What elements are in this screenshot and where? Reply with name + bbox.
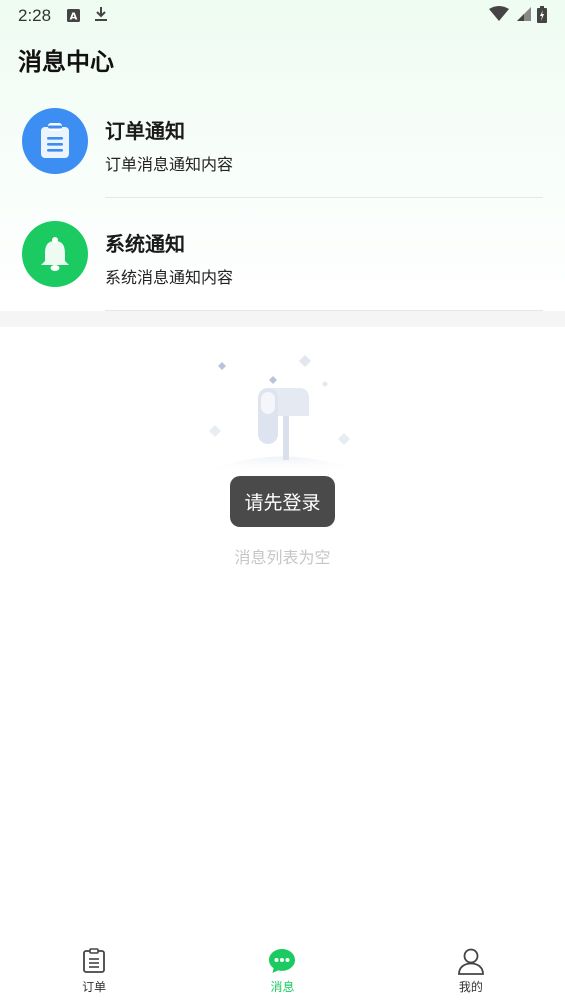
tab-profile[interactable]: 我的 (377, 940, 565, 1004)
bell-icon (22, 221, 88, 287)
system-notice-title: 系统通知 (105, 232, 185, 256)
clipboard-icon (22, 108, 88, 174)
tab-profile-label: 我的 (458, 980, 483, 994)
download-icon (94, 6, 108, 26)
signal-icon (515, 6, 531, 26)
tab-orders[interactable]: 订单 (0, 940, 188, 1004)
tab-messages-label: 消息 (270, 980, 295, 994)
order-notice-description: 订单消息通知内容 (105, 155, 234, 174)
status-bar: 2:28 A (0, 0, 565, 32)
status-time: 2:28 (18, 6, 52, 25)
user-icon (456, 946, 486, 976)
text-a-icon: A (67, 7, 81, 26)
order-list-icon (79, 946, 109, 976)
empty-state-text: 消息列表为空 (234, 548, 331, 567)
section-separator (0, 311, 565, 327)
order-notice-item[interactable]: 订单通知 订单消息通知内容 (0, 85, 565, 198)
order-notice-title: 订单通知 (105, 119, 185, 143)
tab-messages[interactable]: 消息 (188, 940, 376, 1004)
mailbox-icon (175, 345, 390, 485)
login-toast: 请先登录 (230, 476, 335, 527)
battery-icon (537, 5, 547, 27)
svg-text:A: A (70, 11, 78, 22)
system-notice-description: 系统消息通知内容 (105, 268, 234, 287)
bottom-tab-bar: 订单 消息 我的 (0, 940, 565, 1004)
wifi-icon (489, 6, 509, 26)
chat-bubble-icon (267, 946, 297, 976)
system-notice-item[interactable]: 系统通知 系统消息通知内容 (0, 198, 565, 311)
page-title: 消息中心 (18, 48, 114, 76)
tab-orders-label: 订单 (82, 980, 107, 994)
